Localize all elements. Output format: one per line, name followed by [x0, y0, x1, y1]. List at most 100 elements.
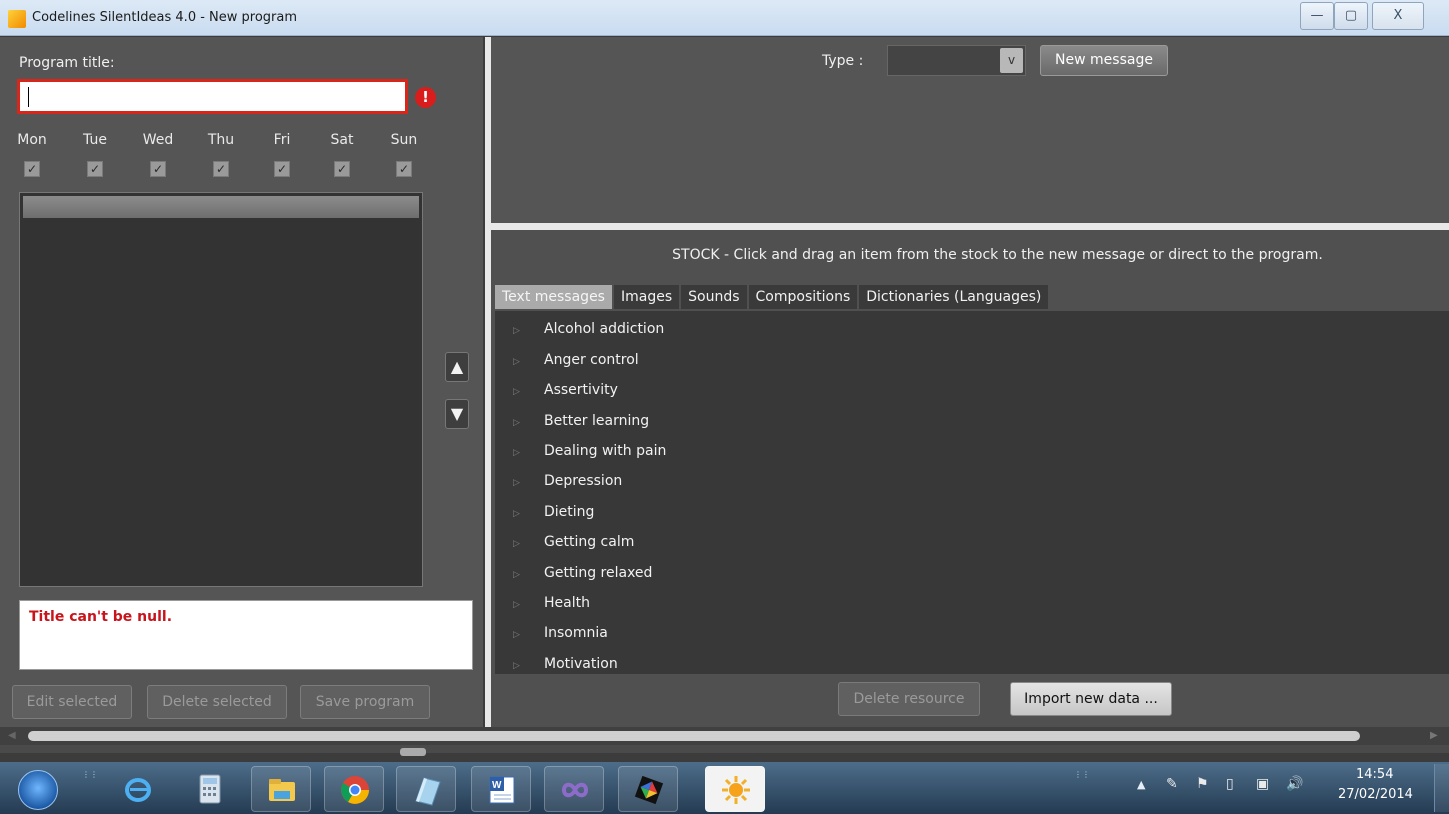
tab-compositions[interactable]: Compositions	[748, 285, 858, 309]
tab-dictionaries[interactable]: Dictionaries (Languages)	[859, 285, 1049, 309]
scroll-right-icon[interactable]: ▶	[1430, 730, 1438, 741]
edit-selected-button[interactable]: Edit selected	[12, 685, 132, 719]
tree-item-label: Dieting	[544, 504, 595, 520]
new-message-button[interactable]: New message	[1040, 45, 1168, 76]
tree-item[interactable]: ▷ Getting calm	[495, 530, 1449, 560]
day-thu: Thu ✓	[201, 132, 241, 177]
pen-tray-icon[interactable]: ✎	[1166, 776, 1182, 792]
expand-arrow-icon[interactable]: ▷	[513, 418, 520, 428]
tree-item[interactable]: ▷ Assertivity	[495, 378, 1449, 408]
type-select[interactable]: v	[887, 45, 1026, 76]
program-items-list[interactable]	[19, 192, 423, 587]
expand-arrow-icon[interactable]: ▷	[513, 478, 520, 488]
day-checkbox-wed[interactable]: ✓	[150, 161, 166, 177]
tree-item-label: Motivation	[544, 656, 618, 672]
day-checkbox-tue[interactable]: ✓	[87, 161, 103, 177]
chrome-icon	[341, 776, 369, 804]
tree-item[interactable]: ▷ Depression	[495, 469, 1449, 499]
tree-item[interactable]: ▷ Health	[495, 591, 1449, 621]
window-title: Codelines SilentIdeas 4.0 - New program	[32, 10, 298, 25]
show-desktop-button[interactable]	[1434, 764, 1449, 812]
expand-arrow-icon[interactable]: ▷	[513, 661, 520, 671]
bottom-splitter[interactable]	[0, 745, 1449, 756]
network-icon[interactable]: ▣	[1256, 776, 1272, 792]
taskbar-color-app[interactable]	[618, 766, 678, 812]
save-program-button[interactable]: Save program	[300, 685, 430, 719]
scrollbar-thumb[interactable]	[28, 731, 1360, 741]
expand-arrow-icon[interactable]: ▷	[513, 509, 520, 519]
day-label: Thu	[207, 132, 235, 148]
show-hidden-icons-icon[interactable]: ▲	[1137, 778, 1145, 791]
expand-arrow-icon[interactable]: ▷	[513, 539, 520, 549]
import-data-button[interactable]: Import new data ...	[1010, 682, 1172, 716]
tree-item-label: Anger control	[544, 352, 639, 368]
stock-tree[interactable]: ▷ Alcohol addiction ▷ Anger control ▷ Asser…	[495, 311, 1449, 674]
taskbar-notes[interactable]	[396, 766, 456, 812]
expand-arrow-icon[interactable]: ▷	[513, 600, 520, 610]
delete-selected-button[interactable]: Delete selected	[147, 685, 287, 719]
infinity-icon	[561, 782, 589, 798]
splitter-handle[interactable]	[400, 748, 426, 756]
horizontal-scrollbar[interactable]: ◀ ▶	[0, 727, 1449, 745]
stock-footer: Delete resource Import new data ...	[491, 675, 1449, 727]
program-title-input[interactable]	[17, 79, 408, 114]
move-up-button[interactable]: ▲	[445, 352, 469, 382]
tab-images[interactable]: Images	[613, 285, 680, 309]
app-window: Codelines SilentIdeas 4.0 - New program …	[0, 0, 1449, 814]
expand-arrow-icon[interactable]: ▷	[513, 387, 520, 397]
tab-text-messages[interactable]: Text messages	[495, 285, 612, 309]
toolbar-grip[interactable]: ⋮⋮	[1074, 771, 1090, 805]
day-checkbox-fri[interactable]: ✓	[274, 161, 290, 177]
start-button[interactable]	[18, 770, 58, 810]
day-checkbox-mon[interactable]: ✓	[24, 161, 40, 177]
volume-icon[interactable]: 🔊	[1286, 776, 1303, 792]
taskbar-explorer[interactable]	[251, 766, 311, 812]
close-button[interactable]: X	[1372, 2, 1424, 30]
device-tray-icon[interactable]: ▯	[1226, 776, 1242, 792]
tree-item-label: Depression	[544, 473, 623, 489]
tree-item[interactable]: ▷ Better learning	[495, 409, 1449, 439]
tree-item[interactable]: ▷ Dealing with pain	[495, 439, 1449, 469]
tree-item[interactable]: ▷ Getting relaxed	[495, 561, 1449, 591]
clock-date[interactable]: 27/02/2014	[1338, 787, 1413, 802]
day-checkbox-sat[interactable]: ✓	[334, 161, 350, 177]
taskbar-calculator[interactable]	[180, 766, 240, 812]
taskbar-chrome[interactable]	[324, 766, 384, 812]
move-down-button[interactable]: ▼	[445, 399, 469, 429]
tab-sounds[interactable]: Sounds	[681, 285, 747, 309]
action-center-icon[interactable]: ⚑	[1196, 776, 1212, 792]
tree-item[interactable]: ▷ Motivation	[495, 652, 1449, 674]
day-label: Fri	[273, 132, 291, 148]
day-sun: Sun ✓	[384, 132, 424, 177]
svg-text:W: W	[492, 780, 502, 791]
text-caret	[28, 87, 29, 107]
error-icon: !	[415, 87, 436, 108]
day-checkbox-thu[interactable]: ✓	[213, 161, 229, 177]
taskbar-word[interactable]: W	[471, 766, 531, 812]
scroll-left-icon[interactable]: ◀	[8, 730, 16, 741]
tree-item-label: Health	[544, 595, 590, 611]
toolbar-grip[interactable]: ⋮⋮	[82, 771, 98, 805]
taskbar-ie[interactable]	[108, 766, 168, 812]
day-label: Tue	[83, 132, 107, 148]
expand-arrow-icon[interactable]: ▷	[513, 326, 520, 336]
tree-item[interactable]: ▷ Insomnia	[495, 621, 1449, 651]
tree-item[interactable]: ▷ Anger control	[495, 348, 1449, 378]
expand-arrow-icon[interactable]: ▷	[513, 570, 520, 580]
tree-item[interactable]: ▷ Dieting	[495, 500, 1449, 530]
expand-arrow-icon[interactable]: ▷	[513, 630, 520, 640]
expand-arrow-icon[interactable]: ▷	[513, 448, 520, 458]
maximize-button[interactable]: ▢	[1334, 2, 1368, 30]
day-checkbox-sun[interactable]: ✓	[396, 161, 412, 177]
horizontal-splitter[interactable]	[491, 223, 1449, 230]
expand-arrow-icon[interactable]: ▷	[513, 357, 520, 367]
taskbar-visual-studio[interactable]	[544, 766, 604, 812]
tree-item-label: Alcohol addiction	[544, 321, 665, 337]
minimize-button[interactable]: —	[1300, 2, 1334, 30]
tree-item[interactable]: ▷ Alcohol addiction	[495, 317, 1449, 347]
delete-resource-button[interactable]: Delete resource	[838, 682, 980, 716]
tree-item-label: Assertivity	[544, 382, 618, 398]
clock-time[interactable]: 14:54	[1356, 767, 1393, 782]
taskbar-silentideas[interactable]	[705, 766, 765, 812]
chevron-down-icon[interactable]: v	[1000, 48, 1023, 73]
